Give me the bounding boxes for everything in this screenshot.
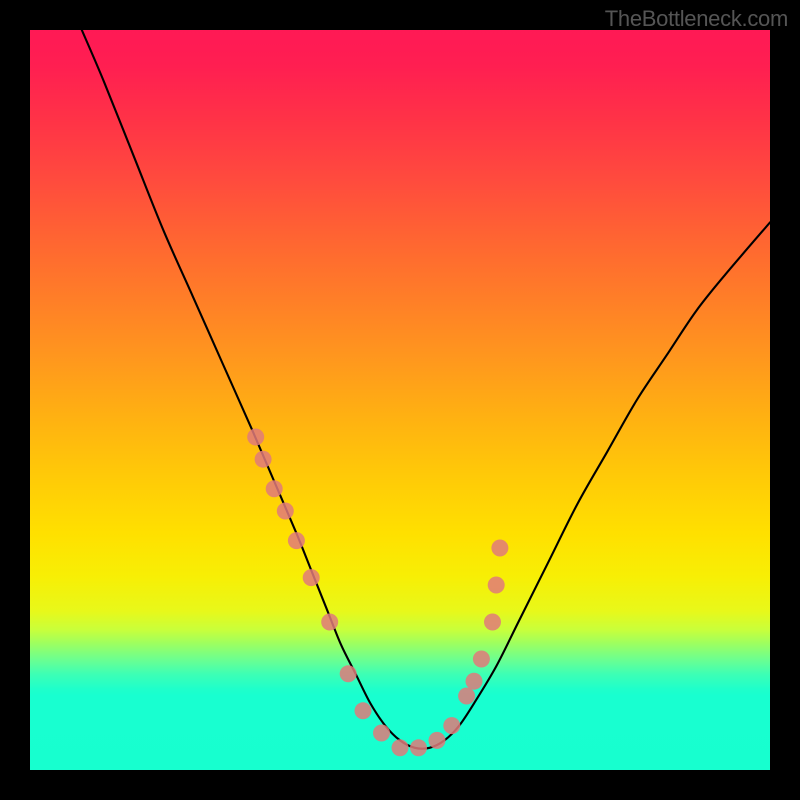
dot-marker <box>484 614 501 631</box>
dot-marker <box>340 665 357 682</box>
dot-marker <box>321 614 338 631</box>
dot-marker <box>458 688 475 705</box>
dot-marker <box>429 732 446 749</box>
dot-marker <box>303 569 320 586</box>
dot-marker <box>491 540 508 557</box>
dot-marker <box>473 651 490 668</box>
watermark-text: TheBottleneck.com <box>605 6 788 32</box>
dot-marker <box>266 480 283 497</box>
dot-marker <box>373 725 390 742</box>
dot-marker <box>410 739 427 756</box>
dot-marker <box>255 451 272 468</box>
dot-markers <box>247 429 508 757</box>
dot-marker <box>443 717 460 734</box>
dot-marker <box>488 577 505 594</box>
dot-marker <box>392 739 409 756</box>
dot-marker <box>288 532 305 549</box>
dot-marker <box>247 429 264 446</box>
dot-marker <box>466 673 483 690</box>
chart-svg <box>30 30 770 770</box>
plot-area <box>30 30 770 770</box>
dot-marker <box>277 503 294 520</box>
dot-marker <box>355 702 372 719</box>
curve-line <box>82 30 770 749</box>
